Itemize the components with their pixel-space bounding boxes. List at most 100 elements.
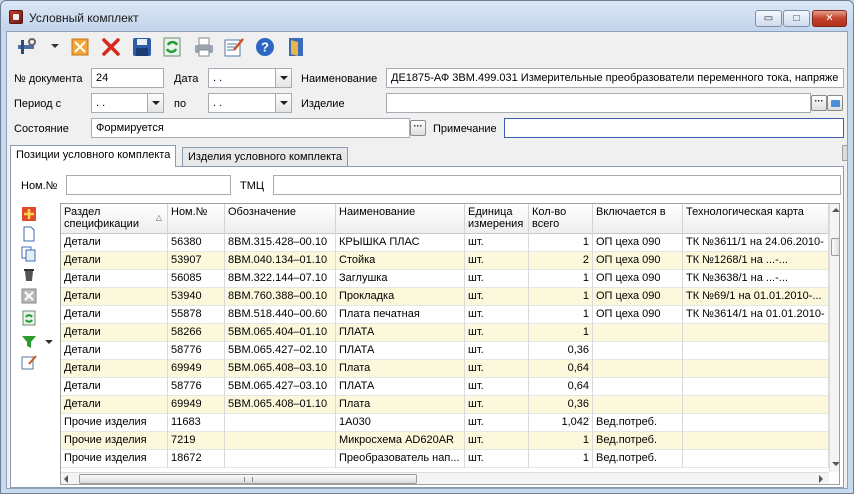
tools-dropdown-icon[interactable] <box>51 44 59 48</box>
doc-number-field[interactable]: 24 <box>91 68 164 88</box>
tab-strip: Позиции условного комплекта Изделия усло… <box>10 145 844 167</box>
state-browse-button[interactable]: ··· <box>410 120 426 136</box>
cell-unit: шт. <box>465 324 529 342</box>
filter-nom-input[interactable] <box>66 175 231 195</box>
column-header-section[interactable]: Раздел спецификации △ <box>61 204 168 234</box>
cell-section: Детали <box>61 234 168 252</box>
product-browse-button[interactable]: ··· <box>811 95 827 111</box>
column-header-nom-number[interactable]: Ном.№ <box>168 204 225 234</box>
table-row[interactable]: Детали 56380 8ВМ.315.428–00.10 КРЫШКА ПЛАС ш… <box>61 234 829 252</box>
column-header-included-in[interactable]: Включается в <box>593 204 683 234</box>
date-field[interactable]: . . <box>208 68 292 88</box>
help-button[interactable]: ? <box>253 35 277 59</box>
table-row[interactable]: Прочие изделия 18672 Преобразователь нап..… <box>61 450 829 468</box>
cell-section: Прочие изделия <box>61 450 168 468</box>
cell-unit: шт. <box>465 342 529 360</box>
table-row[interactable]: Детали 69949 5ВМ.065.408–03.10 Плата шт. 0,64 <box>61 360 829 378</box>
refresh-icon <box>163 37 181 57</box>
column-header-label: Кол-во всего <box>532 206 567 230</box>
cell-quantity: 0,64 <box>529 378 593 396</box>
name-field[interactable]: ДЕ1875-АФ 3ВМ.499.031 Измерительные прео… <box>386 68 844 88</box>
tab-positions[interactable]: Позиции условного комплекта <box>10 145 177 167</box>
table-row[interactable]: Детали 55878 8ВМ.518.440–00.60 Плата печатн… <box>61 306 829 324</box>
refresh-grid-button[interactable] <box>19 309 39 327</box>
svg-text:?: ? <box>261 40 269 55</box>
edit-row-button[interactable] <box>19 353 39 371</box>
cell-name: Плата <box>336 360 465 378</box>
tools-button[interactable] <box>15 35 39 59</box>
filter-nom-label: Ном.№ <box>21 180 58 192</box>
scroll-down-icon[interactable] <box>832 462 839 466</box>
cell-tech-card <box>683 450 829 468</box>
filter-tmc-input[interactable] <box>273 175 841 195</box>
table-row[interactable]: Детали 58266 5ВМ.065.404–01.10 ПЛАТА шт. 1 <box>61 324 829 342</box>
minimize-button[interactable]: ▭ <box>755 10 782 27</box>
cell-tech-card <box>683 360 829 378</box>
table-row[interactable]: Детали 58776 5ВМ.065.427–02.10 ПЛАТА шт. 0,36 <box>61 342 829 360</box>
cell-name: ПЛАТА <box>336 342 465 360</box>
table-row[interactable]: Прочие изделия 11683 1А030 шт. 1,042 Вед.потр… <box>61 414 829 432</box>
cell-quantity: 1 <box>529 270 593 288</box>
edit-button[interactable] <box>68 35 92 59</box>
close-button[interactable]: ✕ <box>812 10 847 27</box>
tab-products[interactable]: Изделия условного комплекта <box>182 147 349 167</box>
save-button[interactable] <box>130 35 154 59</box>
refresh-button[interactable] <box>160 35 184 59</box>
scroll-left-icon[interactable] <box>64 475 68 483</box>
grid-horizontal-scrollbar[interactable] <box>61 472 829 484</box>
note-field[interactable] <box>504 118 844 138</box>
column-header-designation[interactable]: Обозначение <box>225 204 336 234</box>
tab-scroll-indicator[interactable] <box>842 145 848 161</box>
cell-section: Прочие изделия <box>61 414 168 432</box>
print-icon <box>195 37 213 57</box>
column-header-unit[interactable]: Единица измерения <box>465 204 529 234</box>
cell-included-in: ОП цеха 090 <box>593 306 683 324</box>
column-header-tech-card[interactable]: Технологическая карта <box>683 204 829 234</box>
new-document-button[interactable] <box>19 225 39 243</box>
table-row[interactable]: Детали 53907 8ВМ.040.134–01.10 Стойка шт. 2 ОП… <box>61 252 829 270</box>
table-row[interactable]: Детали 69949 5ВМ.065.408–01.10 Плата шт. 0,36 <box>61 396 829 414</box>
period-from-dropdown-icon[interactable] <box>147 94 163 112</box>
cell-nom-number: 58266 <box>168 324 225 342</box>
print-button[interactable] <box>192 35 216 59</box>
table-row[interactable]: Детали 56085 8ВМ.322.144–07.10 Заглушка шт. 1… <box>61 270 829 288</box>
product-field[interactable] <box>386 93 811 113</box>
notes-button[interactable] <box>222 35 246 59</box>
cell-tech-card: ТК №69/1 на 01.01.2010-... <box>683 288 829 306</box>
column-header-label: Наименование <box>339 206 416 218</box>
cell-unit: шт. <box>465 306 529 324</box>
folder-icon[interactable] <box>827 95 843 111</box>
state-field[interactable]: Формируется <box>91 118 410 138</box>
vertical-scroll-thumb[interactable] <box>831 238 839 256</box>
scroll-right-icon[interactable] <box>819 475 823 483</box>
copy-button[interactable] <box>19 245 39 263</box>
scroll-up-icon[interactable] <box>832 208 839 212</box>
table-row[interactable]: Детали 53940 8ВМ.760.388–00.10 Прокладка шт.… <box>61 288 829 306</box>
cell-section: Детали <box>61 342 168 360</box>
cell-quantity: 1 <box>529 432 593 450</box>
cell-designation <box>225 450 336 468</box>
table-row[interactable]: Прочие изделия 7219 Микросхема AD620AR шт. 1… <box>61 432 829 450</box>
period-to-dropdown-icon[interactable] <box>275 94 291 112</box>
filter-icon <box>22 336 36 348</box>
filter-button[interactable] <box>19 333 39 351</box>
cell-nom-number: 53940 <box>168 288 225 306</box>
column-header-name[interactable]: Наименование <box>336 204 465 234</box>
delete-button[interactable] <box>99 35 123 59</box>
period-from-field[interactable]: . . <box>91 93 164 113</box>
cancel-button[interactable] <box>19 287 39 305</box>
add-row-button[interactable] <box>19 205 39 223</box>
filter-dropdown-icon[interactable] <box>45 340 53 344</box>
column-header-quantity[interactable]: Кол-во всего <box>529 204 593 234</box>
exit-button[interactable] <box>284 35 308 59</box>
cell-tech-card <box>683 414 829 432</box>
filter-tmc-label: ТМЦ <box>240 180 265 192</box>
maximize-button[interactable]: □ <box>783 10 810 27</box>
period-to-field[interactable]: . . <box>208 93 292 113</box>
date-dropdown-icon[interactable] <box>275 69 291 87</box>
trash-button[interactable] <box>19 265 39 283</box>
grid-vertical-scrollbar[interactable] <box>829 204 839 472</box>
table-row[interactable]: Детали 58776 5ВМ.065.427–03.10 ПЛАТА шт. 0,64 <box>61 378 829 396</box>
title-bar[interactable]: Условный комплект ▭ □ ✕ <box>1 1 853 31</box>
horizontal-scroll-thumb[interactable] <box>79 474 417 484</box>
